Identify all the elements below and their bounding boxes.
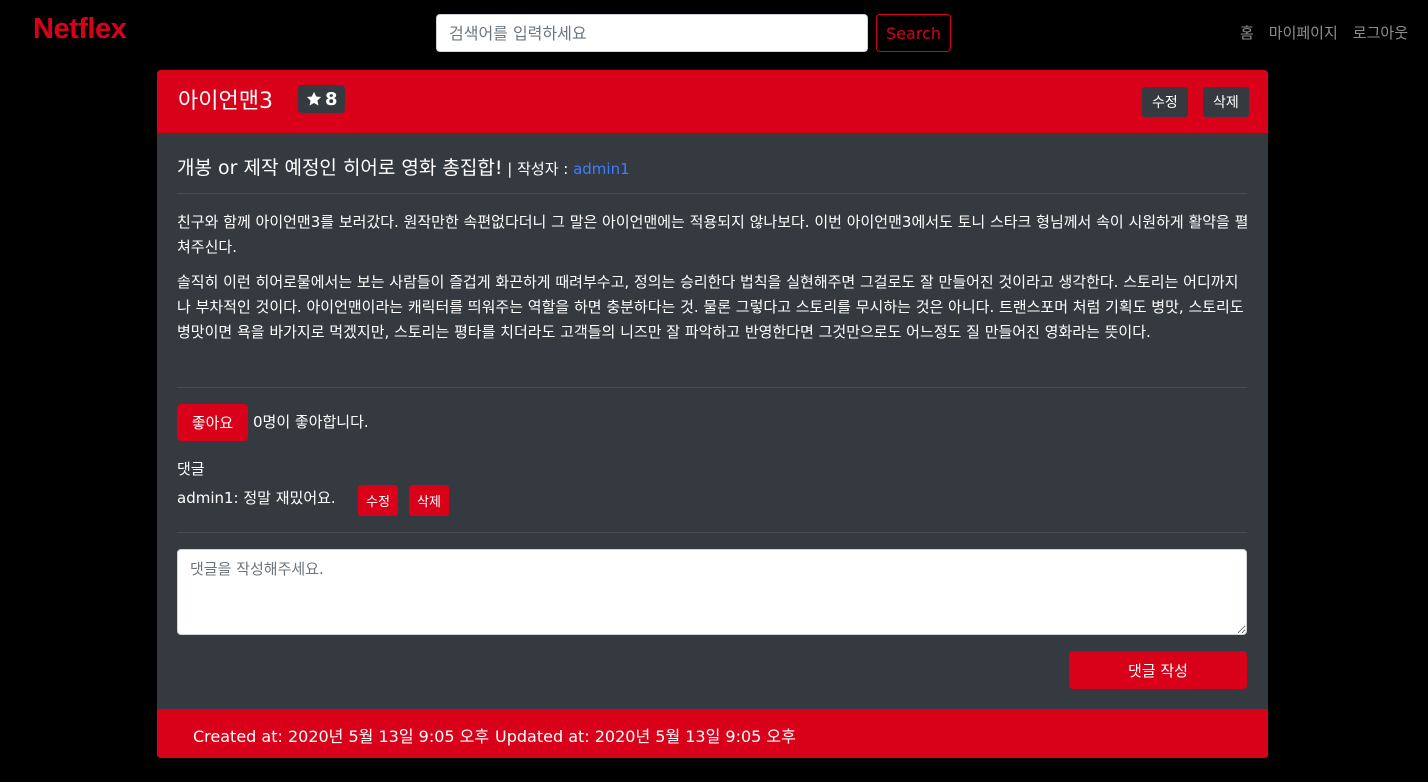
rating-badge: 8 [298,85,345,113]
review-card: 아이언맨3 8 수정 삭제 개봉 or 제작 예정인 히어로 영화 총집합! |… [157,70,1268,758]
divider [177,387,1247,388]
divider [177,532,1247,533]
review-title: 개봉 or 제작 예정인 히어로 영화 총집합! [177,157,503,179]
search-button[interactable]: Search [876,14,951,52]
comment-textarea[interactable] [177,549,1247,635]
review-paragraph: 친구와 함께 아이언맨3를 보러갔다. 원작만한 속편없다더니 그 말은 아이언… [177,213,1249,256]
delete-comment-button[interactable]: 삭제 [409,485,449,516]
divider [177,193,1247,194]
comments-heading: 댓글 [177,460,205,478]
star-icon [306,91,322,106]
card-header: 아이언맨3 8 수정 삭제 [157,70,1268,133]
search-input[interactable] [436,14,868,52]
rating-value: 8 [325,88,338,110]
like-button[interactable]: 좋아요 [177,404,248,441]
nav-link-mypage[interactable]: 마이페이지 [1269,22,1338,43]
nav-link-logout[interactable]: 로그아웃 [1353,22,1408,43]
review-title-line: 개봉 or 제작 예정인 히어로 영화 총집합! | 작성자 : admin1 [177,153,630,180]
nav-link-home[interactable]: 홈 [1240,22,1254,43]
submit-comment-button[interactable]: 댓글 작성 [1069,651,1247,689]
author-prefix: | 작성자 : [502,160,574,178]
navbar: Netflex Search 홈 마이페이지 로그아웃 [0,0,1428,64]
updated-at: Updated at: 2020년 5월 13일 9:05 오후 [495,727,796,746]
brand-logo[interactable]: Netflex [33,13,127,46]
edit-comment-button[interactable]: 수정 [358,485,398,516]
delete-review-button[interactable]: 삭제 [1203,87,1249,117]
edit-review-button[interactable]: 수정 [1142,87,1188,117]
nav-links: 홈 마이페이지 로그아웃 [1240,22,1408,43]
review-paragraph: 솔직히 이런 히어로물에서는 보는 사람들이 즐겁게 화끈하게 때려부수고, 정… [177,273,1244,341]
created-at: Created at: 2020년 5월 13일 9:05 오후 [193,727,490,746]
card-footer: Created at: 2020년 5월 13일 9:05 오후 Updated… [157,709,1268,758]
comment-text: admin1: 정말 재밌어요. [177,489,336,507]
like-count: 0명이 좋아합니다. [253,413,369,431]
movie-title: 아이언맨3 [178,89,273,114]
author-link[interactable]: admin1 [573,160,630,178]
